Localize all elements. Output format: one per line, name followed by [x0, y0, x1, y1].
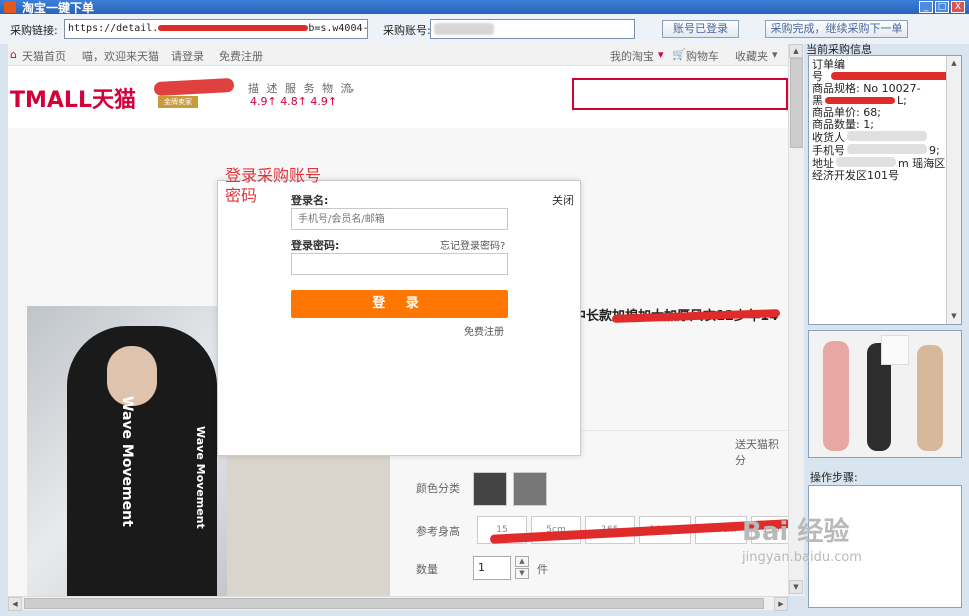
- username-input[interactable]: [291, 208, 508, 230]
- account-input[interactable]: [430, 19, 635, 39]
- scroll-down-icon[interactable]: ▼: [789, 580, 803, 594]
- info-line-6: 商品数量: 1;: [812, 118, 874, 131]
- app-icon: [4, 1, 16, 13]
- link-value-tail: b=s.w4004-2: [308, 23, 368, 34]
- forgot-password-link[interactable]: 忘记登录密码?: [440, 237, 505, 252]
- account-logged-button[interactable]: 账号已登录: [662, 20, 739, 38]
- scores-heading: 描 述 服 务 物 流: [248, 82, 354, 95]
- nav-login[interactable]: 请登录: [171, 48, 204, 64]
- account-mask: [434, 23, 494, 35]
- pants-khaki: [917, 345, 943, 451]
- shop-header: TMALL天猫 金牌卖家 描 述 服 务 物 流 4.9↑ 4.8↑ 4.9↑ …: [8, 66, 788, 128]
- home-icon: ⌂: [10, 48, 17, 61]
- login-modal: 登录名: 关闭 登录密码: 忘记登录密码? 登 录 免费注册: [217, 180, 581, 456]
- browser-horizontal-scrollbar[interactable]: ◀ ▶: [8, 596, 788, 611]
- nav-favorites[interactable]: 收藏夹: [735, 48, 768, 64]
- color-label: 颜色分类: [416, 482, 460, 495]
- quantity-label: 数量: [416, 563, 438, 576]
- seller-badge: 金牌卖家: [158, 96, 198, 108]
- color-swatch-2[interactable]: [513, 472, 547, 506]
- coat-print-1: Wave Movement: [119, 396, 135, 527]
- receiver-mask: [847, 131, 927, 141]
- minimize-button[interactable]: _: [919, 1, 933, 13]
- title-bar: 淘宝一键下单 _ □ X: [0, 0, 969, 15]
- link-input[interactable]: https://detail. b=s.w4004-2: [64, 19, 368, 39]
- info-line-8: 手机号 9;: [812, 144, 940, 157]
- order-info-box[interactable]: 订单编 号 商品规格: No 10027- 黑 L; 商品单价: 68; 商品数量…: [808, 55, 962, 325]
- nav-my-taobao[interactable]: 我的淘宝: [610, 48, 654, 64]
- site-nav: ⌂ 天猫首页 喵，欢迎来天猫 请登录 免费注册 我的淘宝 ▾ 🛒 购物车 收藏夹…: [8, 44, 788, 66]
- maximize-button[interactable]: □: [935, 1, 949, 13]
- scroll-up-icon[interactable]: ▲: [789, 44, 803, 58]
- cart-icon: 🛒: [672, 48, 686, 61]
- watermark-brand: Bai 经验: [742, 517, 850, 547]
- color-swatch-1[interactable]: [473, 472, 507, 506]
- link-redaction: [158, 25, 309, 31]
- watermark-url: jingyan.baidu.com: [742, 550, 862, 565]
- scroll-left-icon[interactable]: ◀: [8, 597, 22, 611]
- coat-print-2: Wave Movement: [194, 426, 207, 529]
- chevron-down-icon: ▾: [772, 48, 778, 61]
- quantity-up-button[interactable]: ▲: [515, 556, 529, 567]
- embedded-browser: ⌂ 天猫首页 喵，欢迎来天猫 请登录 免费注册 我的淘宝 ▾ 🛒 购物车 收藏夹…: [8, 44, 788, 596]
- quantity-unit: 件: [537, 563, 548, 576]
- nav-welcome: 喵，欢迎来天猫: [82, 50, 159, 63]
- shop-scores: 4.9↑ 4.8↑ 4.9↑: [250, 95, 338, 108]
- steps-label: 操作步骤:: [810, 471, 858, 484]
- link-value: https://detail.: [68, 23, 159, 34]
- spec-redaction: [825, 97, 895, 104]
- password-label: 登录密码:: [291, 239, 340, 252]
- password-input[interactable]: [291, 253, 508, 275]
- continue-next-button[interactable]: 采购完成，继续采购下一单: [765, 20, 908, 38]
- scroll-down-icon[interactable]: ▼: [947, 309, 961, 323]
- info-line-1: 订单编: [812, 58, 845, 71]
- modal-register-link[interactable]: 免费注册: [464, 323, 504, 338]
- login-submit-button[interactable]: 登 录: [291, 290, 508, 318]
- address-mask: [836, 157, 896, 167]
- app-toolbar: 采购链接: https://detail. b=s.w4004-2 采购账号: 账…: [0, 14, 969, 44]
- link-label: 采购链接:: [10, 24, 58, 37]
- quantity-input[interactable]: 1: [473, 556, 511, 580]
- product-preview-image: [808, 330, 962, 458]
- login-annotation: 登录采购账号密码: [225, 166, 322, 205]
- chevron-down-icon: ▾: [658, 48, 664, 61]
- info-scrollbar[interactable]: ▲ ▼: [946, 56, 961, 324]
- nav-cart[interactable]: 购物车: [686, 48, 719, 64]
- quantity-down-button[interactable]: ▼: [515, 568, 529, 579]
- shop-name-redaction: [153, 77, 235, 97]
- chevron-down-icon: ▾: [350, 86, 355, 95]
- info-line-3: 商品规格: No 10027-: [812, 82, 921, 95]
- scroll-right-icon[interactable]: ▶: [774, 597, 788, 611]
- points-text: 送天猫积分: [735, 438, 779, 467]
- phone-mask: [847, 144, 927, 154]
- info-line-10: 经济开发区101号: [812, 169, 899, 182]
- pants-pink: [823, 341, 849, 451]
- scroll-up-icon[interactable]: ▲: [947, 56, 961, 70]
- order-id-redaction: [831, 72, 951, 80]
- shop-search-box[interactable]: [572, 78, 788, 110]
- baidu-watermark: Bai 经验 jingyan.baidu.com: [742, 511, 862, 565]
- tmall-logo[interactable]: TMALL天猫: [10, 82, 136, 114]
- shirt-white: [881, 335, 909, 365]
- vertical-scroll-thumb[interactable]: [790, 58, 803, 148]
- nav-home[interactable]: 天猫首页: [22, 48, 66, 64]
- horizontal-scroll-thumb[interactable]: [24, 598, 764, 609]
- nav-register[interactable]: 免费注册: [219, 48, 263, 64]
- size-label: 参考身高: [416, 525, 460, 538]
- close-window-button[interactable]: X: [951, 1, 965, 13]
- modal-close-link[interactable]: 关闭: [552, 192, 574, 208]
- info-line-7: 收货人: [812, 131, 958, 144]
- account-label: 采购账号:: [383, 24, 431, 37]
